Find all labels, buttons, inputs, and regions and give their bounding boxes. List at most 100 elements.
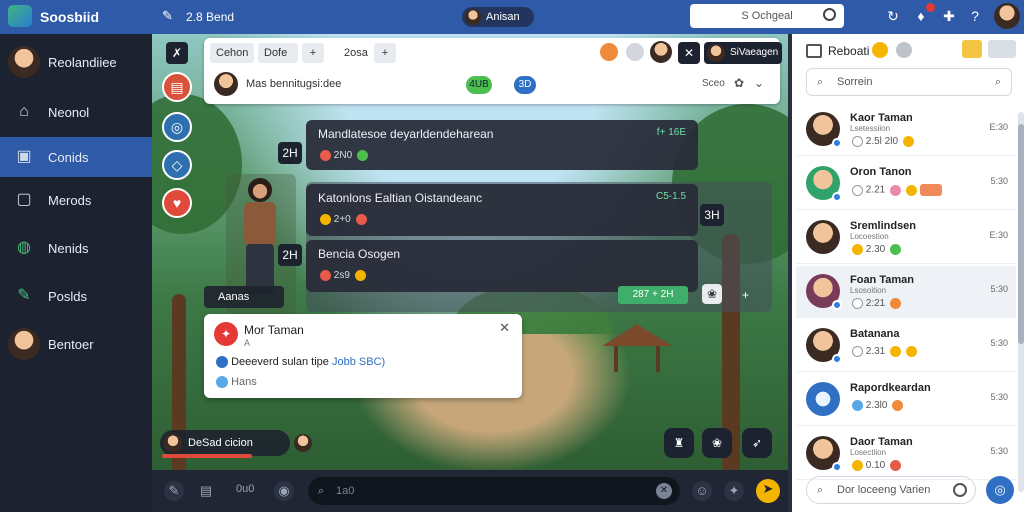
plus-icon[interactable]: +: [742, 288, 749, 302]
contact-item[interactable]: Sremlindsen Locoestion 2.30 E:30: [796, 212, 1016, 264]
message-input[interactable]: ⌕ 1a0 ✕: [308, 477, 680, 505]
item-slot-button[interactable]: ♜: [664, 428, 694, 458]
help-icon[interactable]: ?: [966, 7, 984, 25]
close-icon[interactable]: ✕: [656, 483, 672, 499]
fox-icon[interactable]: [600, 43, 618, 61]
popup-line1: Deeeverd sulan tipe Jobb SBC): [216, 356, 385, 369]
room-avatar: [214, 72, 238, 96]
online-indicator: [832, 192, 842, 202]
scrollbar-thumb[interactable]: [1018, 124, 1024, 344]
magnify-icon[interactable]: ◎: [162, 112, 192, 142]
pet-icon[interactable]: ❀: [702, 428, 732, 458]
app-logo-icon: [8, 5, 32, 27]
settings-icon[interactable]: [896, 42, 912, 58]
contacts-search-input[interactable]: ⌕ Sorrein ⌕: [806, 68, 1012, 96]
top-bar: Soosbiid ✎ 2.8 Bend Anisan S Ochgeal ↻ ♦…: [0, 0, 1024, 34]
top-search-input[interactable]: S Ochgeal: [690, 4, 844, 28]
tab-dofe[interactable]: Dofe: [258, 43, 298, 63]
tablet-icon: ▢: [16, 191, 32, 208]
compose-button[interactable]: ◎: [986, 476, 1014, 504]
room-title: Mas bennitugsi:dee: [246, 78, 342, 90]
contacts-scrollbar[interactable]: [1018, 112, 1024, 492]
info-icon: [216, 356, 228, 369]
coin-icon[interactable]: [872, 42, 888, 58]
search-icon[interactable]: ⌕: [995, 69, 1001, 95]
top-right-chip[interactable]: SiVaeagen: [704, 42, 782, 64]
bow-icon[interactable]: ➶: [742, 428, 772, 458]
tool-button[interactable]: ✗: [166, 42, 188, 64]
menu-icon[interactable]: [988, 40, 1016, 58]
avatar: [707, 44, 725, 62]
contact-meta: 2.5l 2l0: [850, 136, 914, 147]
send-icon[interactable]: ➤: [756, 479, 780, 503]
avatar[interactable]: [294, 434, 312, 452]
contact-item[interactable]: Foan Taman Lsosoition 2:21 5:30: [796, 266, 1016, 318]
add-sub-tab-button[interactable]: +: [374, 43, 396, 63]
edit-icon[interactable]: ✎: [164, 481, 184, 501]
pin-icon[interactable]: ✎: [162, 8, 173, 24]
popup-name: Mor Taman: [244, 323, 304, 337]
message-bubble[interactable]: Mandlatesoe deyarldendeharean f+ 16E 2N0: [306, 120, 698, 170]
emoji-icon[interactable]: ☺: [692, 481, 712, 501]
avatar: [465, 9, 481, 25]
compass-icon[interactable]: ◉: [274, 481, 294, 501]
contact-item[interactable]: Rapordkeardan 2.3l0 5:30: [796, 374, 1016, 426]
chevron-down-icon[interactable]: ⌄: [754, 76, 764, 90]
contact-item[interactable]: Batanana 2.31 5:30: [796, 320, 1016, 372]
status-text: 2.8 Bend: [186, 10, 235, 24]
sidebar-item-tablet[interactable]: ▢ Merods: [0, 180, 152, 220]
shield-icon[interactable]: ◇: [162, 150, 192, 180]
add-tab-button[interactable]: +: [302, 43, 324, 63]
sidebar-profile[interactable]: Reolandiiee: [0, 44, 152, 80]
message-bubble[interactable]: Katonlons Ealtian Oistandeanc C5-1.5 2+0: [306, 184, 698, 236]
sidebar-item-home[interactable]: ⌂ Neonol: [0, 92, 152, 132]
sidebar-item-shield[interactable]: ◍ Nenids: [0, 228, 152, 268]
paw-icon[interactable]: ❀: [702, 284, 722, 304]
game-status-label: DeSad cicion: [188, 437, 253, 449]
sidebar-item-chats[interactable]: ▣ Conids: [0, 137, 152, 177]
sticker-icon[interactable]: ✦: [724, 481, 744, 501]
top-search-value: S Ochgeal: [741, 10, 793, 22]
health-bar: [162, 454, 252, 458]
contact-time: 5:30: [990, 446, 1008, 456]
profile-avatar[interactable]: [994, 3, 1020, 29]
refresh-icon[interactable]: ↻: [884, 7, 902, 25]
contact-item[interactable]: Daor Taman Losectiion 0.10 5:30: [796, 428, 1016, 480]
message-meta: 2+0: [318, 214, 367, 225]
bookmark-icon[interactable]: [806, 44, 822, 58]
puzzle-icon[interactable]: ✚: [940, 7, 958, 25]
avatar[interactable]: [650, 41, 672, 63]
contact-meta: 2.31: [850, 346, 917, 357]
tag-badge: 2H: [278, 244, 302, 266]
tag-badge: 2H: [278, 142, 302, 164]
close-icon[interactable]: ✕: [499, 320, 510, 336]
scroll-icon[interactable]: ▤: [162, 72, 192, 102]
sub-tab[interactable]: 2osa: [338, 43, 374, 63]
sidebar-item-label: Nenids: [48, 240, 89, 256]
expand-icon[interactable]: [962, 40, 982, 58]
contact-item[interactable]: Kaor Taman Lsetessiion 2.5l 2l0 E:30: [796, 104, 1016, 156]
refresh-icon[interactable]: [953, 483, 967, 497]
emoji-icon: [905, 346, 917, 357]
game-status-pill[interactable]: DeSad cicion: [160, 430, 290, 456]
sidebar-item-pencil[interactable]: ✎ Poslds: [0, 276, 152, 316]
settings-icon[interactable]: ✿: [734, 76, 744, 90]
user-chip[interactable]: Anisan: [462, 7, 534, 27]
game-scene[interactable]: ✗ ▤ ◎ ◇ ♥ Aanas 2H 2H Cehon Dofe + 2osa …: [152, 34, 788, 470]
close-icon[interactable]: ✕: [678, 42, 700, 64]
emoji-icon: [890, 244, 902, 255]
circle-icon[interactable]: [626, 43, 644, 61]
message-bubble[interactable]: Bencia Osogen 2s9: [306, 240, 698, 292]
contact-time: 5:30: [990, 392, 1008, 402]
green-pill[interactable]: 4UB: [466, 76, 492, 94]
tab-cehon[interactable]: Cehon: [210, 43, 254, 63]
heart-icon[interactable]: ♥: [162, 188, 192, 218]
contact-item[interactable]: Oron Tanon 2.21 5:30: [796, 158, 1016, 210]
blue-pill[interactable]: 3D: [514, 76, 536, 94]
contact-time: E:30: [989, 122, 1008, 132]
avatar: [806, 382, 840, 416]
document-icon[interactable]: ▤: [196, 481, 216, 501]
online-indicator: [832, 138, 842, 148]
sidebar-footer-profile[interactable]: Bentoer: [0, 326, 152, 362]
contacts-filter-input[interactable]: ⌕ Dor loceeng Varien: [806, 476, 976, 504]
